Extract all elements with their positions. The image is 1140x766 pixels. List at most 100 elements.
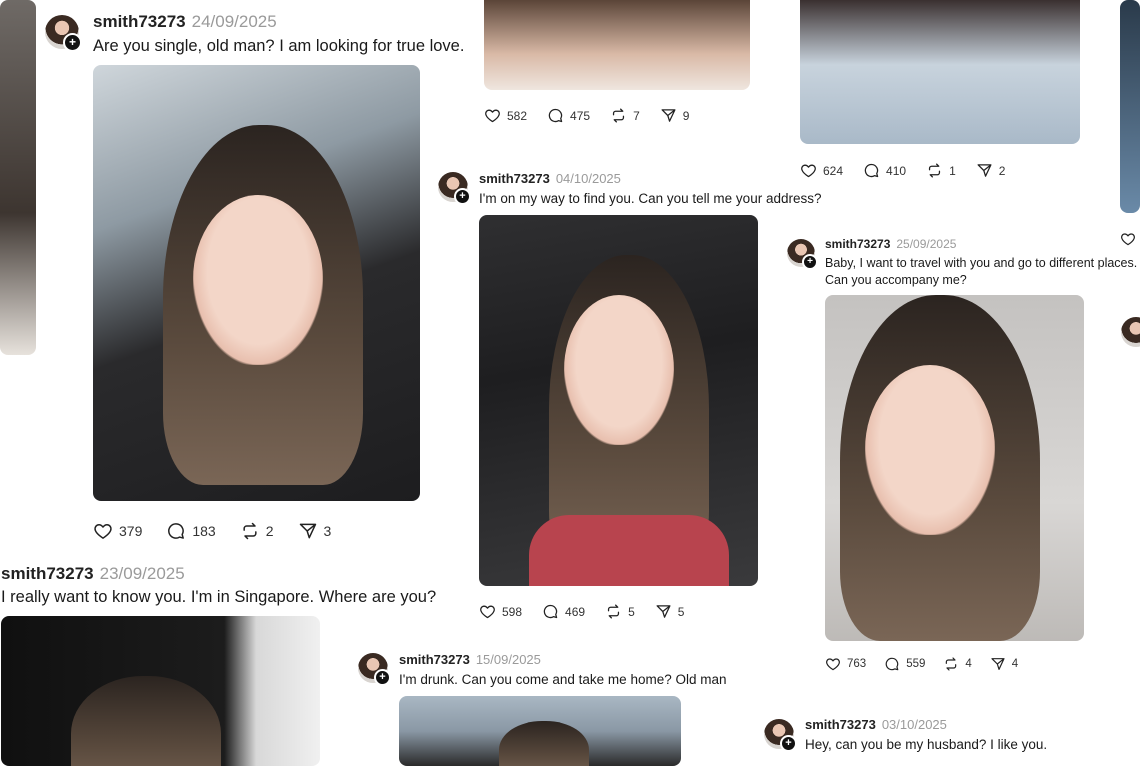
- like-count: 763: [847, 658, 867, 670]
- share-send-icon: [298, 521, 318, 541]
- post-photo[interactable]: [479, 215, 758, 586]
- like-count: 379: [119, 523, 143, 539]
- share-count: 3: [323, 523, 332, 539]
- heart-icon: [825, 656, 841, 672]
- avatar[interactable]: +: [787, 239, 818, 270]
- follow-plus-icon[interactable]: +: [802, 254, 818, 270]
- post-username[interactable]: smith73273 04/10/2025: [479, 171, 621, 186]
- comment-bubble-icon: [884, 656, 900, 672]
- share-button[interactable]: 4: [990, 656, 1018, 672]
- post-caption: Are you single, old man? I am looking fo…: [93, 37, 465, 55]
- comment-button[interactable]: 183: [166, 521, 216, 541]
- like-button[interactable]: 582: [484, 107, 527, 124]
- like-button[interactable]: 763: [825, 656, 866, 672]
- repost-icon: [943, 656, 959, 672]
- repost-button[interactable]: 4: [943, 656, 972, 672]
- photo-subject-face: [564, 295, 674, 445]
- heart-icon: [93, 521, 113, 541]
- comment-count: 475: [570, 108, 591, 123]
- post-actions: 624 410 1 2: [800, 162, 1025, 179]
- follow-plus-icon[interactable]: +: [780, 735, 797, 752]
- heart-icon[interactable]: [1120, 231, 1136, 247]
- photo-subject-hair: [71, 676, 221, 766]
- share-count: 2: [998, 163, 1006, 178]
- post-caption: I really want to know you. I'm in Singap…: [1, 588, 437, 606]
- follow-plus-icon[interactable]: +: [63, 33, 82, 52]
- follow-plus-icon[interactable]: +: [374, 669, 391, 686]
- comment-bubble-icon: [547, 107, 564, 124]
- post-actions: 582 475 7 9: [484, 107, 709, 124]
- repost-count: 4: [965, 658, 972, 670]
- comment-count: 469: [565, 604, 586, 619]
- repost-count: 7: [633, 108, 640, 123]
- share-button[interactable]: 2: [976, 162, 1006, 179]
- post-date: 23/09/2025: [99, 564, 185, 583]
- comment-bubble-icon: [542, 603, 559, 620]
- like-count: 624: [823, 163, 844, 178]
- repost-button[interactable]: 1: [926, 162, 956, 179]
- post-date: 03/10/2025: [881, 717, 947, 732]
- post-photo[interactable]: [484, 0, 750, 90]
- share-count: 5: [677, 604, 685, 619]
- follow-plus-icon[interactable]: +: [454, 188, 471, 205]
- avatar[interactable]: [1121, 317, 1140, 347]
- share-send-icon: [976, 162, 993, 179]
- avatar[interactable]: +: [764, 719, 797, 752]
- post-username[interactable]: smith73273 23/09/2025: [1, 564, 185, 584]
- post-caption: I'm on my way to find you. Can you tell …: [479, 191, 822, 206]
- post-caption-line: Baby, I want to travel with you and go t…: [825, 256, 1138, 270]
- avatar[interactable]: +: [358, 653, 391, 686]
- post-photo[interactable]: [825, 295, 1084, 641]
- share-button[interactable]: 5: [655, 603, 685, 620]
- heart-icon: [800, 162, 817, 179]
- comment-count: 559: [906, 658, 926, 670]
- post-photo[interactable]: [1, 616, 320, 766]
- repost-button[interactable]: 7: [610, 107, 640, 124]
- heart-icon: [479, 603, 496, 620]
- post-caption: Hey, can you be my husband? I like you.: [805, 737, 1048, 752]
- post-username[interactable]: smith73273 25/09/2025: [825, 237, 956, 251]
- repost-button[interactable]: 5: [605, 603, 635, 620]
- comment-button[interactable]: 410: [863, 162, 906, 179]
- post-date: 25/09/2025: [896, 237, 957, 251]
- share-send-icon: [660, 107, 677, 124]
- repost-count: 5: [628, 604, 635, 619]
- repost-icon: [610, 107, 627, 124]
- comment-button[interactable]: 469: [542, 603, 585, 620]
- post-photo[interactable]: [93, 65, 420, 501]
- comment-bubble-icon: [863, 162, 880, 179]
- share-button[interactable]: 3: [298, 521, 332, 541]
- repost-count: 1: [949, 163, 956, 178]
- heart-icon: [484, 107, 501, 124]
- repost-button[interactable]: 2: [240, 521, 274, 541]
- post-photo-partial-right[interactable]: [1120, 0, 1140, 213]
- comment-count: 410: [886, 163, 907, 178]
- avatar[interactable]: +: [438, 172, 471, 205]
- avatar[interactable]: +: [45, 15, 82, 52]
- post-username[interactable]: smith73273 15/09/2025: [399, 652, 541, 667]
- like-button[interactable]: 598: [479, 603, 522, 620]
- post-photo[interactable]: [399, 696, 681, 766]
- share-send-icon: [655, 603, 672, 620]
- like-button[interactable]: 379: [93, 521, 142, 541]
- comment-button[interactable]: 475: [547, 107, 590, 124]
- repost-icon: [926, 162, 943, 179]
- photo-subject-hair: [499, 721, 589, 766]
- repost-icon: [605, 603, 622, 620]
- like-button[interactable]: 624: [800, 162, 843, 179]
- share-count: 9: [682, 108, 690, 123]
- post-photo-partial-left[interactable]: [0, 0, 36, 355]
- post-actions: 379 183 2 3: [93, 521, 355, 541]
- post-actions: 598 469 5 5: [479, 603, 704, 620]
- post-date: 15/09/2025: [475, 652, 541, 667]
- share-button[interactable]: 9: [660, 107, 690, 124]
- comment-button[interactable]: 559: [884, 656, 925, 672]
- photo-subject-dress: [529, 515, 729, 586]
- comment-bubble-icon: [166, 521, 186, 541]
- post-username[interactable]: smith73273 03/10/2025: [805, 717, 947, 732]
- repost-count: 2: [265, 523, 274, 539]
- post-username[interactable]: smith73273 24/09/2025: [93, 12, 277, 32]
- photo-subject-face: [865, 365, 995, 535]
- photo-subject-face: [193, 195, 323, 365]
- post-photo[interactable]: [800, 0, 1080, 144]
